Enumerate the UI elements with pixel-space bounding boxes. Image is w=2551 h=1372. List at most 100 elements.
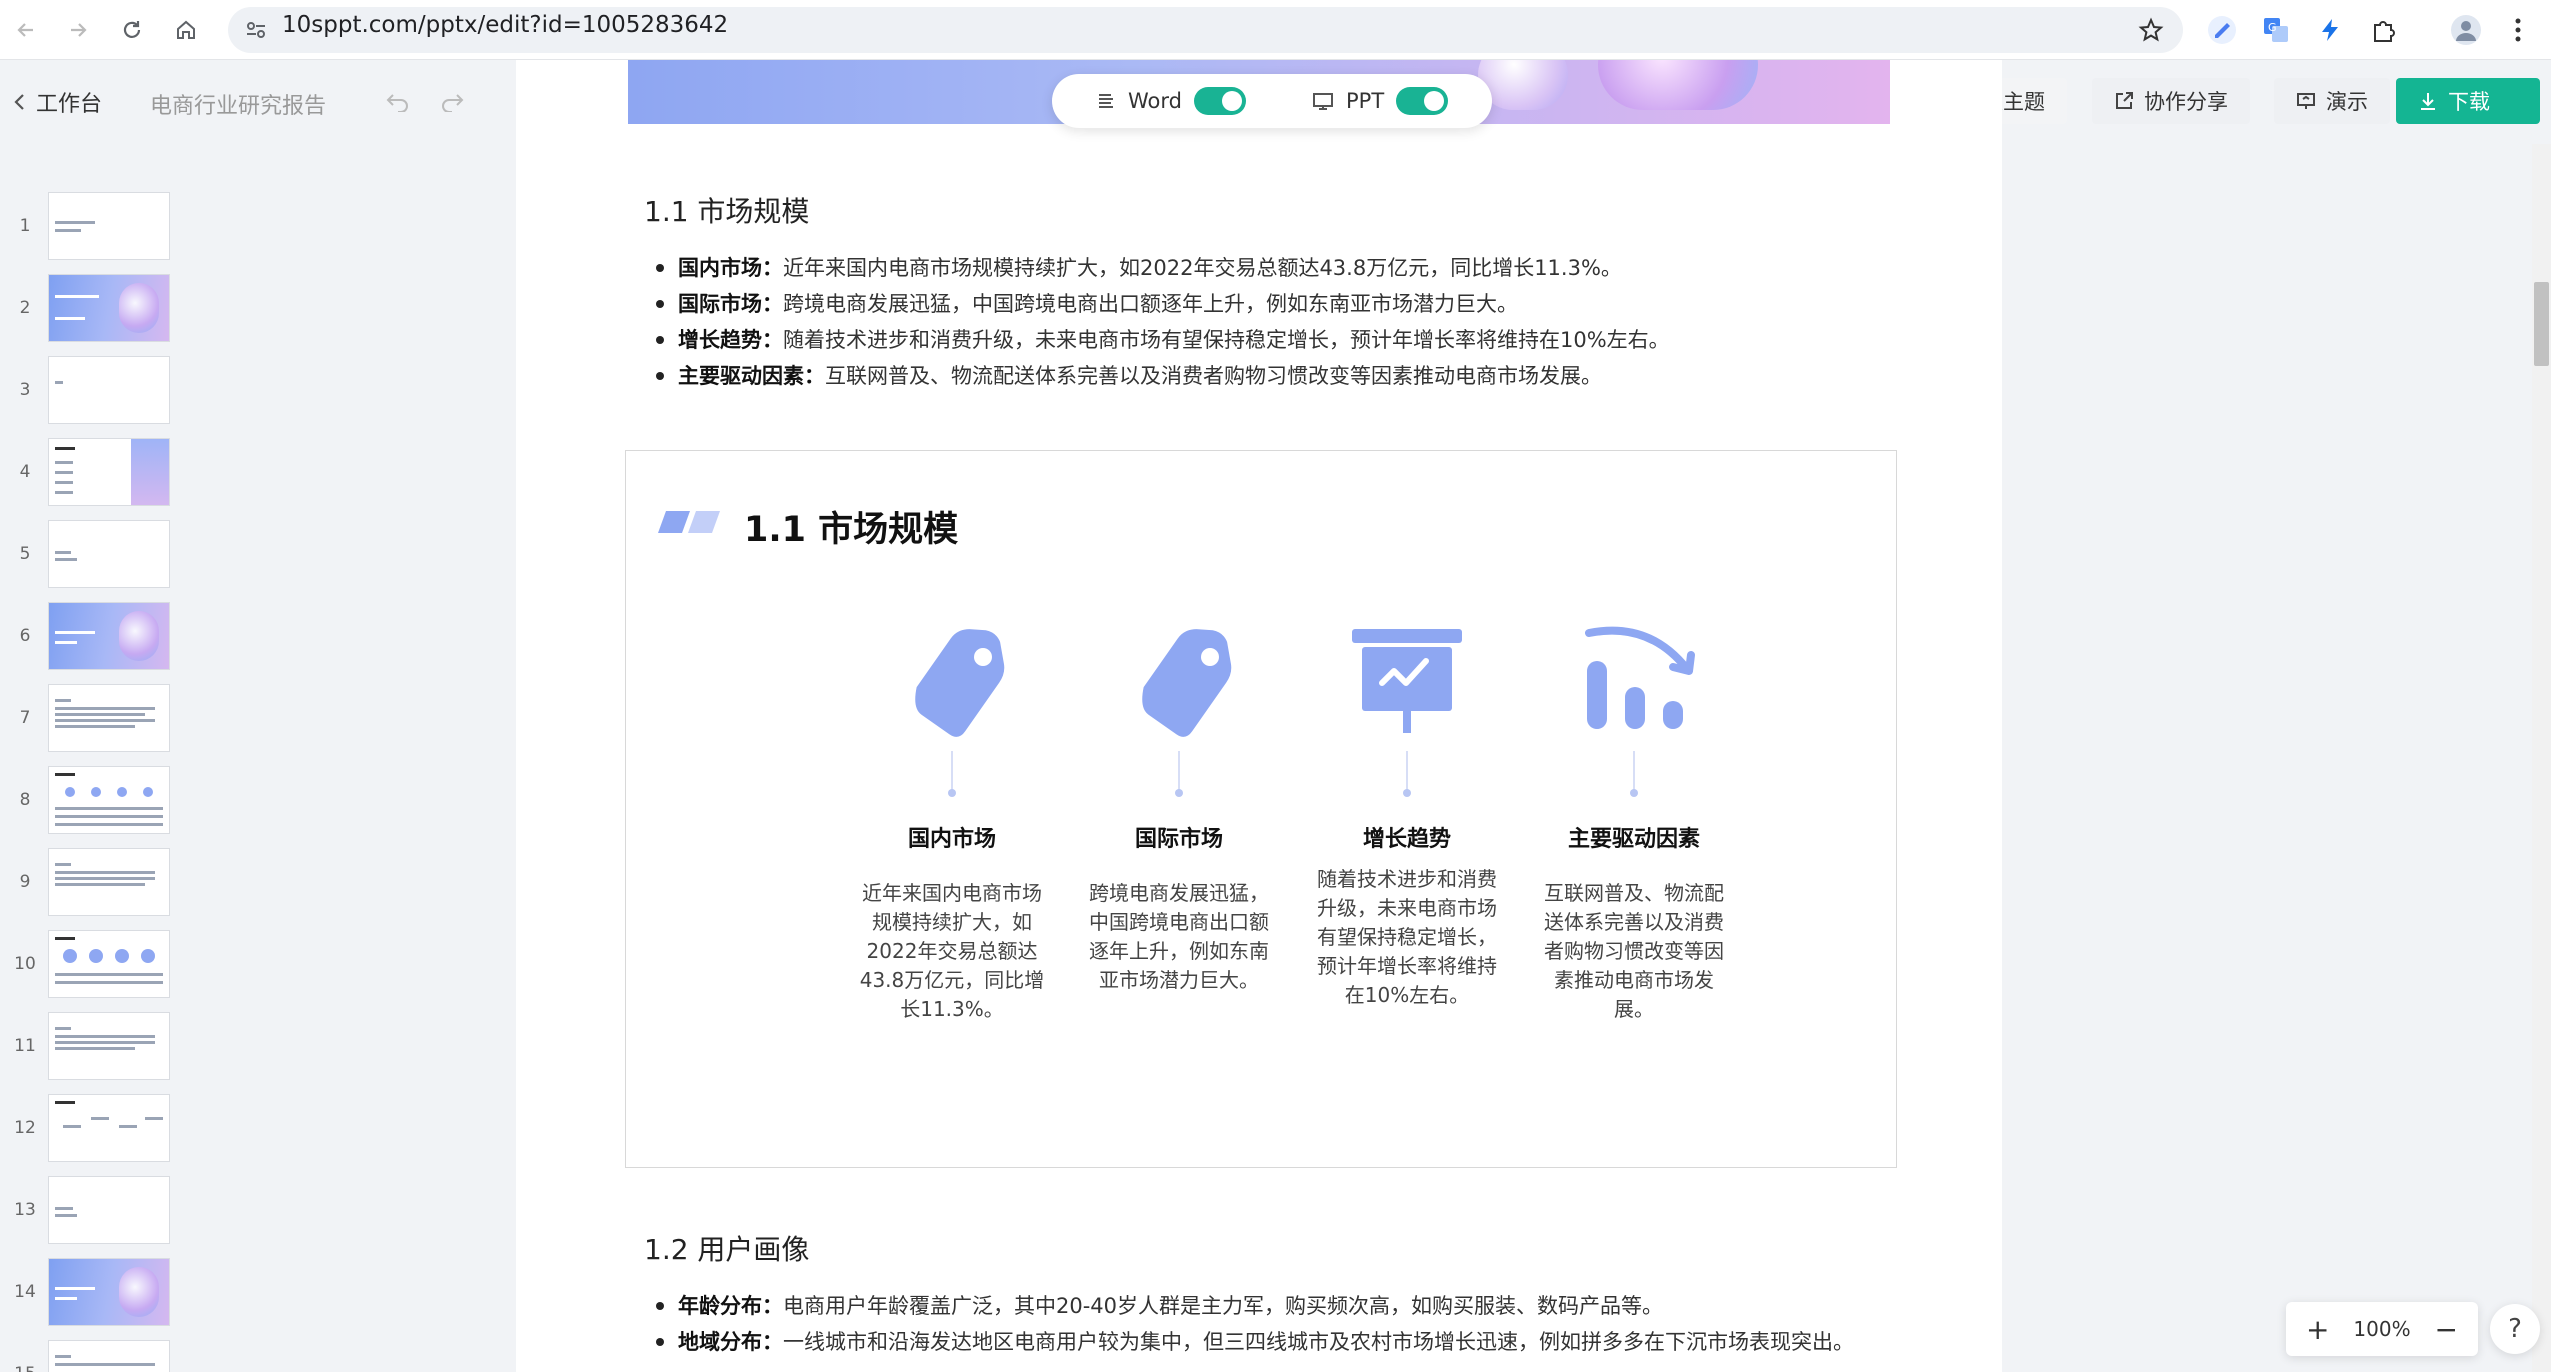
thumbnail-image [48, 1258, 170, 1326]
bullet-item[interactable]: 主要驱动因素：互联网普及、物流配送体系完善以及消费者购物习惯改变等因素推动电商市… [656, 358, 1670, 394]
thumbnail-number: 2 [19, 298, 31, 318]
present-button[interactable]: 演示 [2274, 78, 2390, 124]
scrollbar-thumb[interactable] [2534, 282, 2549, 366]
title-decoration-icon [658, 511, 720, 533]
connector-dot [1630, 789, 1638, 797]
thumbnail-number: 1 [19, 216, 31, 236]
page-scrollbar[interactable] [2532, 144, 2551, 1372]
ppt-toggle[interactable]: PPT [1312, 74, 1449, 128]
card-title[interactable]: 增长趋势 [1307, 821, 1507, 853]
share-button[interactable]: 协作分享 [2092, 78, 2250, 124]
home-icon[interactable] [164, 8, 208, 52]
section1-bullet-list[interactable]: 国内市场：近年来国内电商市场规模持续扩大，如2022年交易总额达43.8万亿元，… [656, 250, 1670, 394]
chevron-left-icon [14, 94, 24, 110]
card-title[interactable]: 主要驱动因素 [1534, 821, 1734, 853]
thumbnail-10[interactable]: 10 [0, 930, 200, 1002]
translate-extension-icon[interactable]: G [2256, 10, 2296, 50]
document-canvas[interactable]: 1.1 市场规模 国内市场：近年来国内电商市场规模持续扩大，如2022年交易总额… [516, 60, 2002, 1372]
thumbnail-5[interactable]: 5 [0, 520, 200, 592]
card-title[interactable]: 国际市场 [1079, 821, 1279, 853]
thumbnail-image [48, 684, 170, 752]
reload-icon[interactable] [110, 8, 154, 52]
bullet-item[interactable]: 国际市场：跨境电商发展迅猛，中国跨境电商出口额逐年上升，例如东南亚市场潜力巨大。 [656, 286, 1670, 322]
thumbnail-13[interactable]: 13 [0, 1176, 200, 1248]
thumbnail-4[interactable]: 4 [0, 438, 200, 510]
presentation-board-icon [1352, 629, 1462, 733]
section-heading[interactable]: 1.2 用户画像 [644, 1228, 809, 1268]
thumbnail-11[interactable]: 11 [0, 1012, 200, 1084]
svg-text:G: G [2268, 21, 2277, 34]
card-description[interactable]: 近年来国内电商市场规模持续扩大，如2022年交易总额达43.8万亿元，同比增长1… [857, 879, 1047, 1024]
card-title[interactable]: 国内市场 [852, 821, 1052, 853]
browser-menu-icon[interactable] [2498, 10, 2538, 50]
view-toggle-bar: Word PPT [1052, 74, 1492, 128]
undo-icon[interactable] [380, 84, 416, 120]
card-description[interactable]: 跨境电商发展迅猛，中国跨境电商出口额逐年上升，例如东南亚市场潜力巨大。 [1084, 879, 1274, 995]
present-label: 演示 [2326, 90, 2368, 114]
bookmark-star-icon[interactable] [2138, 17, 2164, 47]
word-switch[interactable] [1193, 87, 1246, 115]
card-description[interactable]: 随着技术进步和消费升级，未来电商市场有望保持稳定增长，预计年增长率将维持在10%… [1312, 865, 1502, 1010]
thumbnail-image [48, 1176, 170, 1244]
site-settings-icon[interactable] [244, 18, 268, 46]
thumbnail-image [48, 274, 170, 342]
thumbnail-number: 6 [19, 626, 31, 646]
lightning-extension-icon[interactable] [2310, 10, 2350, 50]
zoom-control: + 100% − [2286, 1302, 2478, 1356]
thumbnail-number: 12 [14, 1118, 36, 1138]
thumbnail-number: 13 [14, 1200, 36, 1220]
connector-dot [1403, 789, 1411, 797]
connector-line [951, 751, 953, 791]
slide-icon [1313, 93, 1333, 110]
thumbnail-image [48, 930, 170, 998]
thumbnail-6[interactable]: 6 [0, 602, 200, 674]
thumbnail-number: 3 [19, 380, 31, 400]
thumbnail-7[interactable]: 7 [0, 684, 200, 756]
help-button[interactable]: ? [2490, 1304, 2540, 1354]
thumbnail-2[interactable]: 2 [0, 274, 200, 346]
thumbnail-number: 14 [14, 1282, 36, 1302]
redo-icon[interactable] [434, 84, 470, 120]
thumbnail-image [48, 520, 170, 588]
section2-bullet-list[interactable]: 年龄分布：电商用户年龄覆盖广泛，其中20-40岁人群是主力军，购买频次高，如购买… [656, 1288, 1854, 1360]
ppt-switch[interactable] [1396, 87, 1449, 115]
thumbnail-image [48, 1340, 170, 1372]
slide-preview[interactable]: 1.1 市场规模 国内市场 近年来国内电商市场规模持续扩大，如2022年交易总额… [625, 450, 1897, 1168]
thumbnail-number: 7 [19, 708, 31, 728]
bullet-item[interactable]: 国内市场：近年来国内电商市场规模持续扩大，如2022年交易总额达43.8万亿元，… [656, 250, 1670, 286]
thumbnail-image [48, 1094, 170, 1162]
thumbnail-8[interactable]: 8 [0, 766, 200, 838]
connector-line [1406, 751, 1408, 791]
profile-avatar[interactable] [2446, 10, 2486, 50]
thumbnail-1[interactable]: 1 [0, 192, 200, 264]
word-toggle[interactable]: Word [1096, 74, 1246, 128]
thumbnail-number: 10 [14, 954, 36, 974]
thumbnail-15[interactable]: 15 [0, 1340, 200, 1372]
back-to-workbench-button[interactable]: 工作台 [12, 86, 102, 118]
zoom-in-button[interactable]: + [2306, 1313, 2329, 1346]
url-text: 10sppt.com/pptx/edit?id=1005283642 [282, 12, 729, 38]
bullet-item[interactable]: 年龄分布：电商用户年龄覆盖广泛，其中20-40岁人群是主力军，购买频次高，如购买… [656, 1288, 1854, 1324]
download-button[interactable]: 下载 [2396, 78, 2540, 124]
thumbnail-image [48, 356, 170, 424]
extensions-puzzle-icon[interactable] [2364, 10, 2404, 50]
bullet-item[interactable]: 增长趋势：随着技术进步和消费升级，未来电商市场有望保持稳定增长，预计年增长率将维… [656, 322, 1670, 358]
thumbnail-9[interactable]: 9 [0, 848, 200, 920]
thumbnail-3[interactable]: 3 [0, 356, 200, 428]
document-title[interactable]: 电商行业研究报告 [150, 88, 326, 120]
ppt-toggle-label: PPT [1346, 89, 1385, 113]
back-arrow-icon[interactable] [4, 8, 48, 52]
zoom-out-button[interactable]: − [2435, 1313, 2458, 1346]
section-heading[interactable]: 1.1 市场规模 [644, 190, 809, 230]
thumbnail-image [48, 848, 170, 916]
thumbnail-12[interactable]: 12 [0, 1094, 200, 1166]
share-icon [2116, 92, 2133, 109]
thumbnail-14[interactable]: 14 [0, 1258, 200, 1330]
extension-pen-icon[interactable] [2202, 10, 2242, 50]
connector-line [1633, 751, 1635, 791]
forward-arrow-icon[interactable] [56, 8, 100, 52]
bullet-item[interactable]: 地域分布：一线城市和沿海发达地区电商用户较为集中，但三四线城市及农村市场增长迅速… [656, 1324, 1854, 1360]
slide-title[interactable]: 1.1 市场规模 [744, 501, 958, 552]
card-description[interactable]: 互联网普及、物流配送体系完善以及消费者购物习惯改变等因素推动电商市场发展。 [1539, 879, 1729, 1024]
thumbnail-number: 9 [19, 872, 31, 892]
